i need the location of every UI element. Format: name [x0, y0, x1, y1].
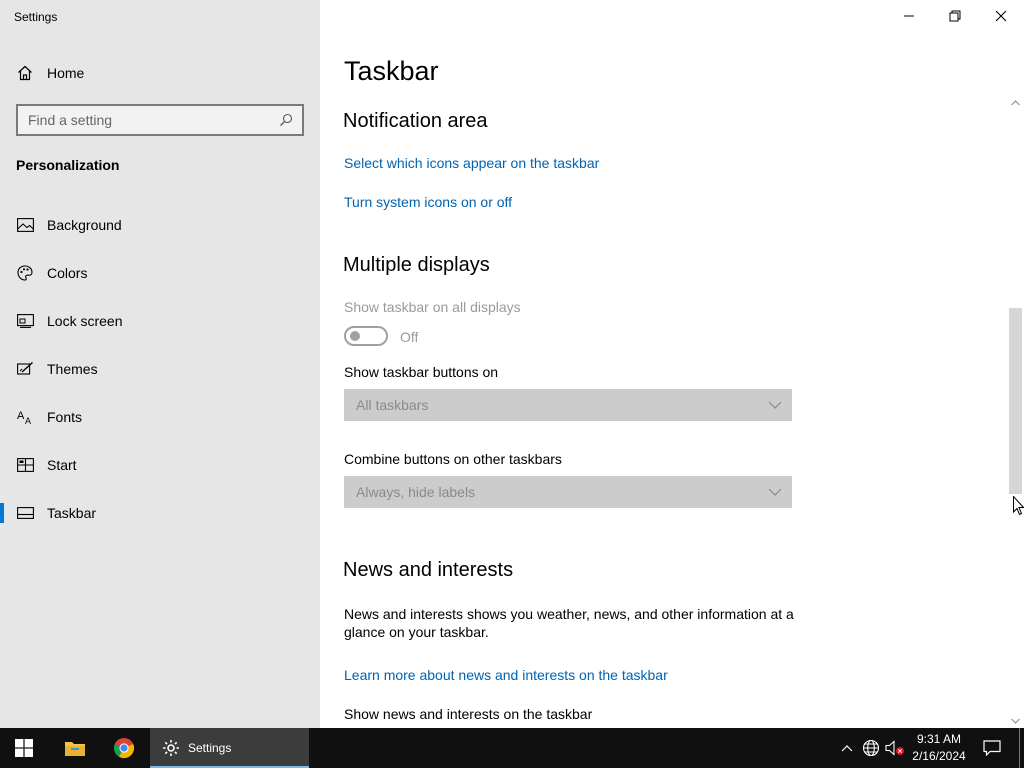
main-content: Taskbar Notification area Select which i… — [320, 0, 1024, 728]
learn-more-link[interactable]: Learn more about news and interests on t… — [344, 667, 668, 683]
chrome-button[interactable] — [101, 728, 147, 768]
search-input[interactable] — [28, 112, 278, 128]
search-icon[interactable] — [278, 112, 294, 128]
notification-area-heading: Notification area — [343, 110, 488, 132]
svg-text:A: A — [17, 410, 25, 422]
show-news-label: Show news and interests on the taskbar — [344, 706, 593, 722]
page-title: Taskbar — [344, 56, 439, 86]
clock-date: 2/16/2024 — [912, 749, 966, 763]
taskbar: Settings 9:31 AM 2/16/2024 — [0, 728, 1024, 768]
buttons-on-dropdown[interactable]: All taskbars — [344, 389, 792, 421]
chevron-down-icon — [768, 487, 782, 497]
globe-icon — [862, 739, 880, 757]
taskbar-settings-label: Settings — [188, 741, 232, 755]
start-icon — [16, 456, 34, 474]
network-button[interactable] — [860, 728, 882, 768]
app-title: Settings — [14, 10, 58, 24]
sidebar-item-label: Lock screen — [47, 313, 123, 329]
lock-screen-icon — [16, 312, 34, 330]
gear-icon — [162, 739, 180, 757]
sidebar-item-themes[interactable]: Themes — [0, 349, 320, 389]
svg-text:A: A — [25, 416, 31, 425]
file-explorer-button[interactable] — [52, 728, 98, 768]
show-hidden-icons-button[interactable] — [836, 728, 858, 768]
chevron-up-icon — [1011, 100, 1020, 106]
sidebar-item-fonts[interactable]: AA Fonts — [0, 397, 320, 437]
buttons-on-value: All taskbars — [356, 397, 429, 413]
sidebar: Settings Home Personalization Background… — [0, 0, 320, 728]
sidebar-item-label: Colors — [47, 265, 88, 281]
sidebar-item-label: Taskbar — [47, 505, 97, 521]
clock[interactable]: 9:31 AM 2/16/2024 — [908, 731, 970, 765]
combine-value: Always, hide labels — [356, 484, 476, 500]
sidebar-item-taskbar[interactable]: Taskbar — [0, 493, 320, 533]
combine-label: Combine buttons on other taskbars — [344, 451, 562, 467]
sidebar-item-lock-screen[interactable]: Lock screen — [0, 301, 320, 341]
sidebar-item-label: Background — [47, 217, 122, 233]
combine-dropdown[interactable]: Always, hide labels — [344, 476, 792, 508]
chevron-down-icon — [1011, 718, 1020, 724]
sidebar-item-start[interactable]: Start — [0, 445, 320, 485]
home-label: Home — [47, 65, 85, 81]
chevron-up-icon — [841, 745, 853, 752]
clock-time: 9:31 AM — [916, 732, 962, 746]
taskbar-settings-button[interactable]: Settings — [150, 728, 309, 768]
fonts-icon: AA — [16, 408, 34, 426]
taskbar-icon — [16, 504, 34, 522]
buttons-on-label: Show taskbar buttons on — [344, 364, 499, 380]
start-button[interactable] — [0, 728, 48, 768]
volume-muted-icon — [885, 740, 904, 756]
picture-icon — [16, 216, 34, 234]
toggle-state-text: Off — [400, 329, 419, 345]
mouse-cursor-icon — [1013, 496, 1024, 516]
chrome-icon — [113, 738, 135, 759]
multiple-displays-heading: Multiple displays — [343, 254, 490, 276]
sidebar-item-label: Fonts — [47, 409, 83, 425]
system-icons-link[interactable]: Turn system icons on or off — [344, 194, 512, 210]
show-desktop-button[interactable] — [1019, 728, 1020, 768]
scroll-up-button[interactable] — [1007, 96, 1024, 110]
notification-icon — [983, 740, 1001, 756]
news-heading: News and interests — [343, 559, 514, 581]
sidebar-item-colors[interactable]: Colors — [0, 253, 320, 293]
show-all-displays-label: Show taskbar on all displays — [344, 299, 521, 315]
home-nav-item[interactable]: Home — [16, 64, 84, 82]
sidebar-item-label: Start — [47, 457, 77, 473]
show-all-displays-toggle[interactable] — [344, 326, 388, 346]
news-description: News and interests shows you weather, ne… — [344, 606, 794, 640]
themes-icon — [16, 360, 34, 378]
scroll-thumb[interactable] — [1009, 308, 1022, 494]
folder-icon — [65, 742, 85, 756]
palette-icon — [16, 264, 34, 282]
select-icons-link[interactable]: Select which icons appear on the taskbar — [344, 155, 599, 171]
scroll-down-button[interactable] — [1007, 714, 1024, 728]
windows-logo-icon — [15, 739, 33, 757]
sidebar-item-background[interactable]: Background — [0, 205, 320, 245]
home-icon — [16, 64, 34, 82]
section-title: Personalization — [16, 157, 120, 173]
search-box[interactable] — [16, 104, 304, 136]
vertical-scrollbar[interactable] — [1007, 96, 1024, 728]
chevron-down-icon — [768, 400, 782, 410]
volume-button[interactable] — [884, 728, 906, 768]
sidebar-item-label: Themes — [47, 361, 98, 377]
action-center-button[interactable] — [978, 728, 1006, 768]
